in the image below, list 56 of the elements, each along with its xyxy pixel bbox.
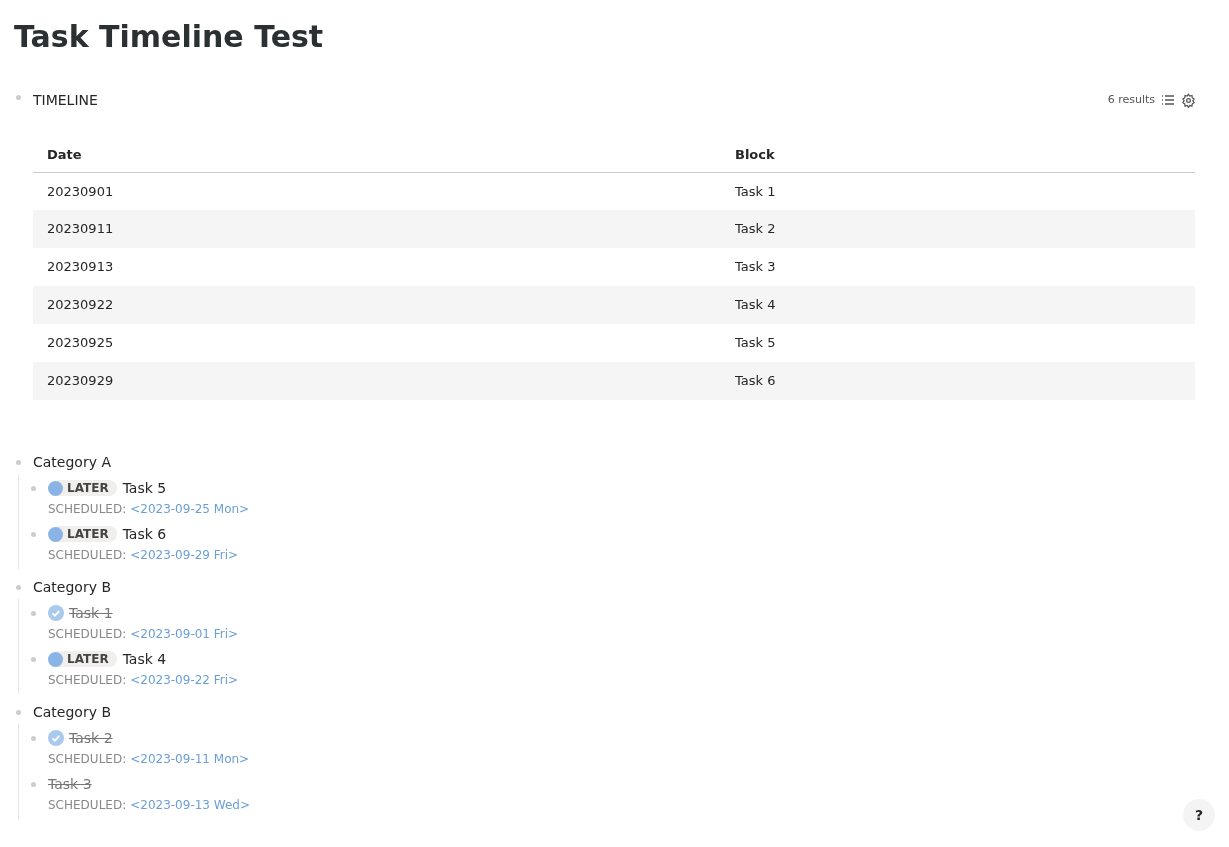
scheduled-date-link[interactable]: <2023-09-22 Fri> <box>130 671 239 689</box>
list-icon[interactable] <box>1161 94 1175 106</box>
scheduled-date-link[interactable]: <2023-09-11 Mon> <box>130 750 250 768</box>
bullet-icon[interactable] <box>31 781 36 787</box>
table-cell: Task 3 <box>721 248 1195 286</box>
category-title: Category B <box>33 702 111 722</box>
scheduled-label: SCHEDULED: <box>48 501 127 518</box>
scheduled-label: SCHEDULED: <box>48 672 127 689</box>
table-cell: Task 2 <box>721 210 1195 248</box>
task-title: Task 3 <box>48 774 92 794</box>
status-badge: LATER <box>57 480 117 496</box>
column-header[interactable]: Block <box>721 137 1195 172</box>
task-title: Task 6 <box>122 524 167 544</box>
scheduled-date-link[interactable]: <2023-09-01 Fri> <box>130 625 239 643</box>
checkmark-icon[interactable] <box>48 605 64 621</box>
checkmark-icon[interactable] <box>48 730 64 746</box>
scheduled-date-link[interactable]: <2023-09-13 Wed> <box>130 796 250 814</box>
scheduled-label: SCHEDULED: <box>48 626 127 643</box>
task-title: Task 4 <box>122 649 167 669</box>
category-title: Category A <box>33 452 111 472</box>
task-title: Task 1 <box>69 603 113 623</box>
bullet-icon[interactable] <box>31 656 36 662</box>
table-cell: 20230911 <box>33 210 721 248</box>
bullet-icon[interactable] <box>16 459 21 465</box>
task-title: Task 2 <box>69 728 113 748</box>
table-cell: 20230929 <box>33 362 721 400</box>
bullet-icon[interactable] <box>16 94 21 100</box>
bullet-icon[interactable] <box>16 709 21 715</box>
task-title: Task 5 <box>122 478 167 498</box>
table-cell: 20230901 <box>33 172 721 210</box>
table-cell: Task 6 <box>721 362 1195 400</box>
scheduled-label: SCHEDULED: <box>48 797 127 814</box>
bullet-icon[interactable] <box>31 531 36 537</box>
scheduled-date-link[interactable]: <2023-09-29 Fri> <box>130 546 239 564</box>
settings-icon[interactable] <box>1181 92 1196 108</box>
bullet-icon[interactable] <box>31 485 36 491</box>
category-title: Category B <box>33 577 111 597</box>
table-cell: 20230925 <box>33 324 721 362</box>
table-cell: Task 1 <box>721 172 1195 210</box>
bullet-icon[interactable] <box>31 735 36 741</box>
column-header[interactable]: Date <box>33 137 721 172</box>
scheduled-label: SCHEDULED: <box>48 547 127 564</box>
status-badge: LATER <box>57 526 117 542</box>
table-cell: 20230922 <box>33 286 721 324</box>
results-count: 6 results <box>1107 91 1155 108</box>
scheduled-label: SCHEDULED: <box>48 751 127 768</box>
status-badge: LATER <box>57 651 117 667</box>
page-title: Task Timeline Test <box>14 18 324 56</box>
bullet-icon[interactable] <box>31 610 36 616</box>
bullet-icon[interactable] <box>16 584 21 590</box>
scheduled-date-link[interactable]: <2023-09-25 Mon> <box>130 500 250 518</box>
help-button[interactable]: ? <box>1183 799 1215 831</box>
query-title: TIMELINE <box>33 90 98 110</box>
table-cell: Task 5 <box>721 324 1195 362</box>
table-cell: Task 4 <box>721 286 1195 324</box>
table-cell: 20230913 <box>33 248 721 286</box>
